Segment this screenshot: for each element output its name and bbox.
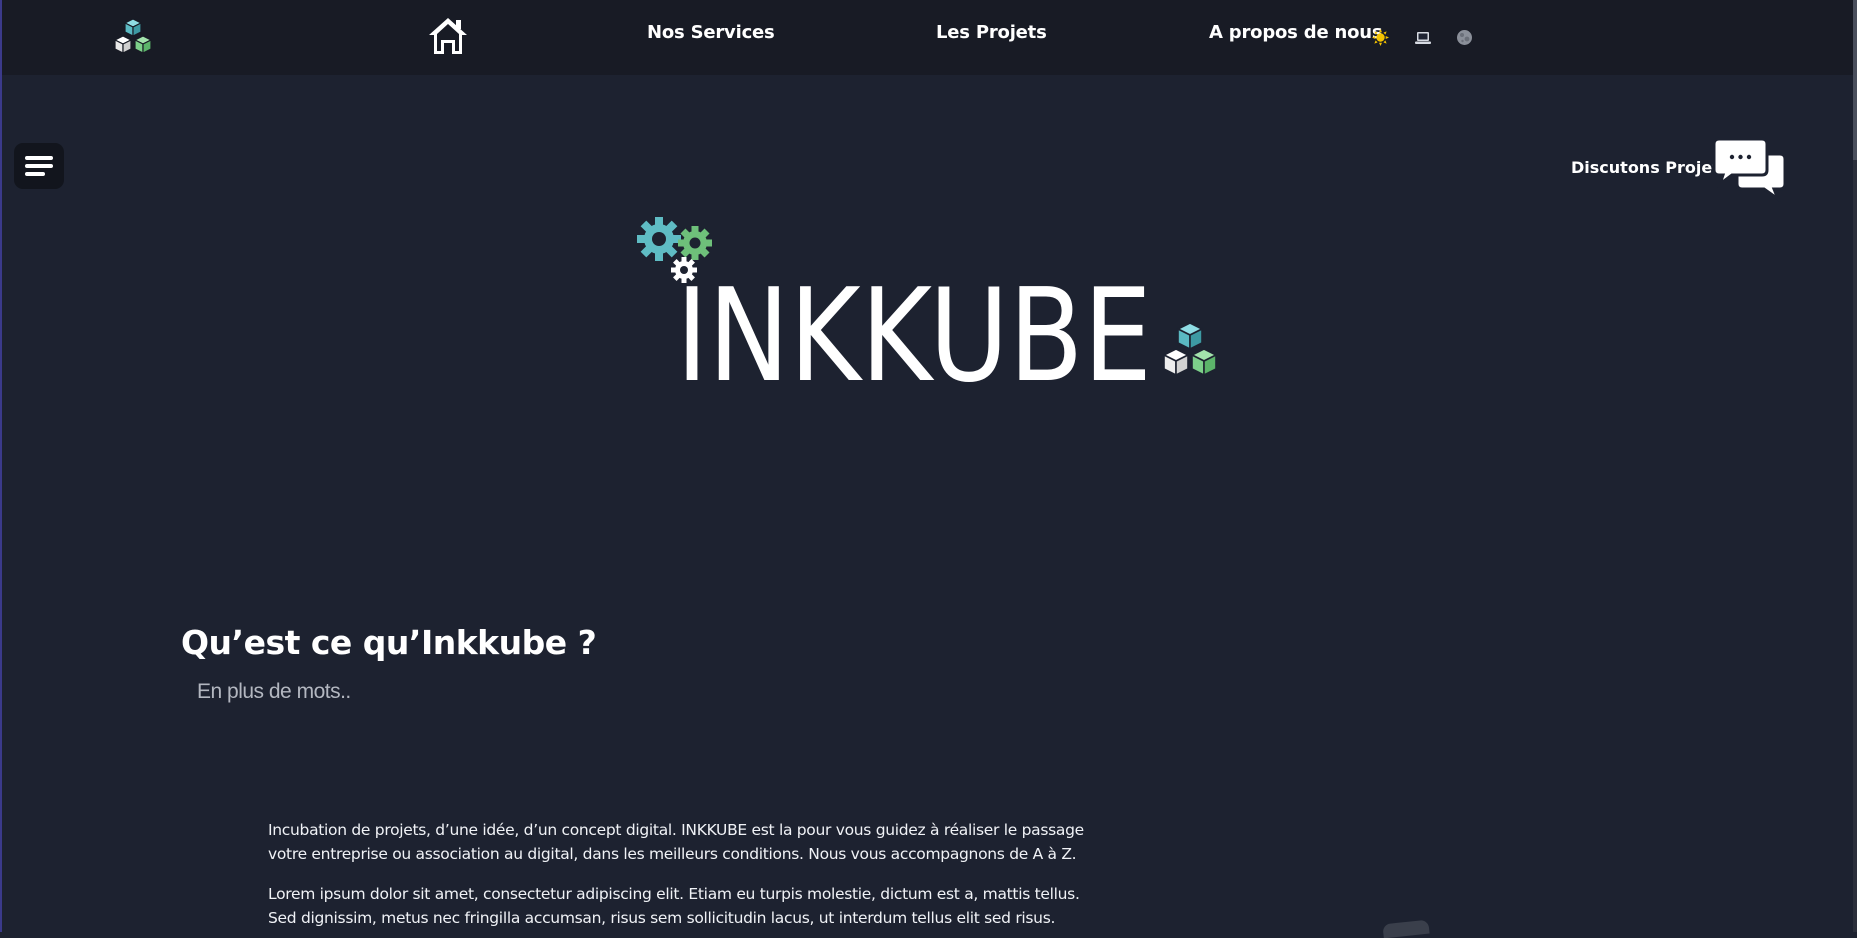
intro-line-1: Incubation de projets, d’une idée, d’un … — [268, 821, 1084, 839]
menu-button[interactable] — [14, 143, 64, 189]
nav-link-projects[interactable]: Les Projets — [936, 22, 1047, 43]
top-navigation-bar — [0, 0, 1857, 75]
intro-paragraph: Incubation de projets, d’une idée, d’un … — [268, 818, 1084, 866]
decorative-shape — [1382, 919, 1430, 938]
nav-link-services[interactable]: Nos Services — [647, 22, 775, 43]
lorem-line-2: Sed dignissim, metus nec fringilla accum… — [268, 909, 1056, 927]
sun-icon[interactable] — [1372, 29, 1389, 46]
cubes-logo-icon[interactable] — [110, 17, 156, 57]
brand-wordmark: INKKUBE — [676, 282, 1152, 382]
gears-icon — [637, 217, 712, 283]
scrollbar-thumb[interactable] — [1853, 0, 1857, 160]
chat-cta-label[interactable]: Discutons Projets — [1571, 158, 1729, 177]
scrollbar[interactable] — [1853, 0, 1857, 932]
lorem-line-1: Lorem ipsum dolor sit amet, consectetur … — [268, 885, 1080, 903]
cubes-icon — [1162, 322, 1218, 377]
home-icon[interactable] — [427, 15, 469, 57]
nav-link-about[interactable]: A propos de nous — [1209, 22, 1383, 43]
section-subtitle: En plus de mots.. — [197, 680, 351, 703]
lorem-paragraph: Lorem ipsum dolor sit amet, consectetur … — [268, 882, 1080, 930]
chat-bubbles-icon[interactable] — [1712, 136, 1788, 202]
window-edge — [0, 0, 2, 932]
section-title: Qu’est ce qu’Inkkube ? — [181, 623, 597, 662]
laptop-icon[interactable] — [1414, 31, 1432, 45]
moon-icon[interactable] — [1456, 29, 1473, 46]
brand-name: INKKUBE — [676, 282, 1152, 382]
intro-line-2: votre entreprise ou association au digit… — [268, 845, 1077, 863]
